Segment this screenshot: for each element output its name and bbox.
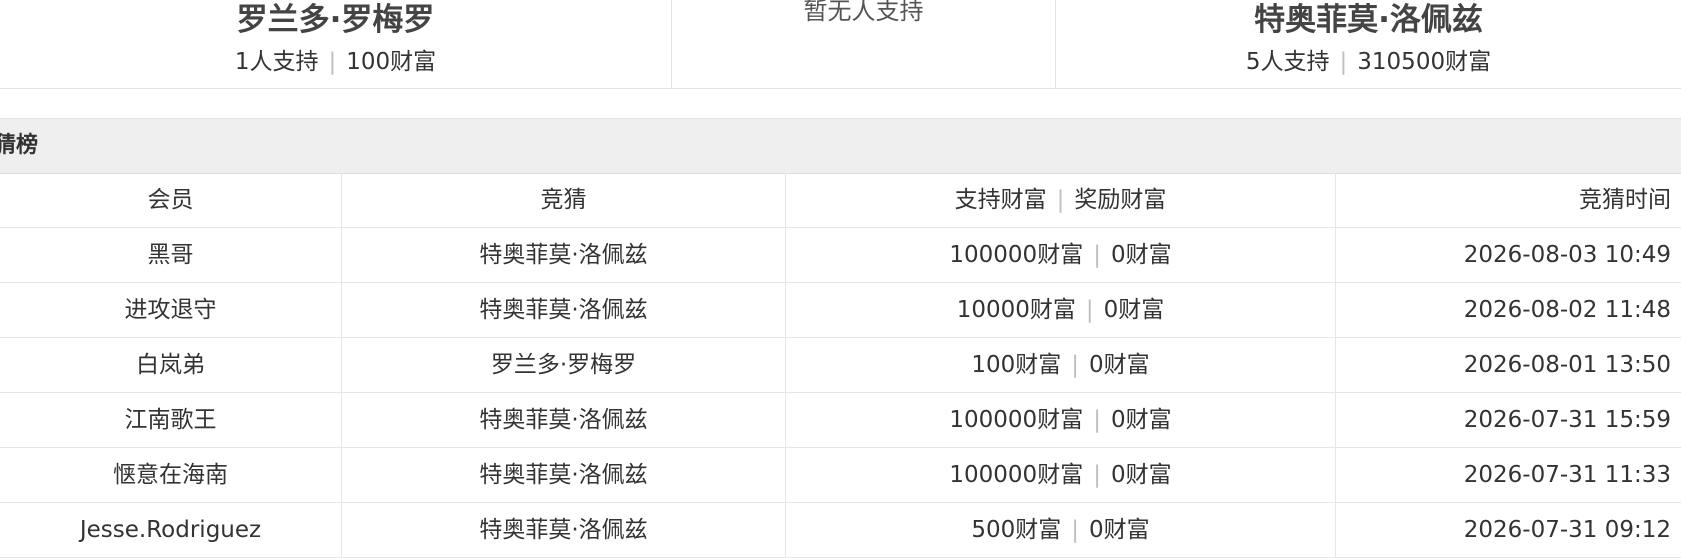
guess-choice: 罗兰多·罗梅罗	[342, 338, 786, 392]
member-name[interactable]: Jesse.Rodriguez	[0, 503, 342, 557]
no-support-note: 暂无人支持	[803, 0, 924, 25]
guess-choice: 特奥菲莫·洛佩兹	[342, 393, 786, 447]
player-stats-left: 1人支持 | 100财富	[0, 46, 671, 78]
table-row: 黑哥 特奥菲莫·洛佩兹 100000财富 | 0财富 2026-08-03 10:4…	[0, 228, 1681, 283]
member-name[interactable]: 江南歌王	[0, 393, 342, 447]
wealth-separator: |	[1071, 517, 1079, 543]
guess-time: 2026-07-31 11:33	[1463, 462, 1671, 488]
reward-wealth: 0财富	[1110, 407, 1172, 433]
table-row: 白岚弟 罗兰多·罗梅罗 100财富 | 0财富 2026-08-01 13:50	[0, 338, 1681, 393]
stats-separator: |	[328, 49, 337, 75]
support-wealth: 100000财富	[949, 462, 1084, 488]
table-row: 进攻退守 特奥菲莫·洛佩兹 10000财富 | 0财富 2026-08-02 11:…	[0, 283, 1681, 338]
wealth-cell: 100000财富 | 0财富	[786, 448, 1336, 502]
header-reward-wealth: 奖励财富	[1074, 187, 1167, 213]
guess-time: 2026-07-31 09:12	[1463, 517, 1671, 543]
ranking-title: 猜榜	[0, 133, 39, 158]
guess-time: 2026-07-31 15:59	[1463, 407, 1671, 433]
header-separator: |	[1056, 187, 1065, 213]
wealth-cell: 100000财富 | 0财富	[786, 228, 1336, 282]
support-wealth: 100000财富	[949, 242, 1084, 268]
player-name-left[interactable]: 罗兰多·罗梅罗	[0, 0, 671, 40]
stats-separator: |	[1339, 49, 1348, 75]
guess-choice: 特奥菲莫·洛佩兹	[342, 283, 786, 337]
supporter-count-right: 5人支持	[1245, 49, 1330, 75]
member-name[interactable]: 黑哥	[0, 228, 342, 282]
wealth-cell: 100000财富 | 0财富	[786, 393, 1336, 447]
guess-time: 2026-08-02 11:48	[1463, 297, 1671, 323]
wealth-separator: |	[1093, 407, 1101, 433]
table-row: 江南歌王 特奥菲莫·洛佩兹 100000财富 | 0财富 2026-07-31 15…	[0, 393, 1681, 448]
wealth-cell: 500财富 | 0财富	[786, 503, 1336, 557]
guess-time: 2026-08-03 10:49	[1463, 242, 1671, 268]
support-panel: 罗兰多·罗梅罗 1人支持 | 100财富 暂无人支持 特奥菲莫·洛佩兹 5人支持 | 3…	[0, 0, 1681, 89]
header-guess: 竞猜	[342, 173, 786, 227]
support-wealth: 100财富	[971, 352, 1062, 378]
ranking-header: 猜榜	[0, 118, 1681, 174]
ranking-table: 会员 竞猜 支持财富 | 奖励财富 竞猜时间 黑哥 特奥菲莫·洛佩兹 100000财…	[0, 173, 1681, 558]
reward-wealth: 0财富	[1103, 297, 1165, 323]
reward-wealth: 0财富	[1089, 352, 1150, 378]
support-right-column: 特奥菲莫·洛佩兹 5人支持 | 310500财富	[1056, 0, 1681, 88]
guess-time: 2026-08-01 13:50	[1463, 352, 1671, 378]
guess-choice: 特奥菲莫·洛佩兹	[342, 448, 786, 502]
header-time: 竞猜时间	[1579, 187, 1671, 213]
wealth-cell: 100财富 | 0财富	[786, 338, 1336, 392]
table-header-row: 会员 竞猜 支持财富 | 奖励财富 竞猜时间	[0, 173, 1681, 228]
support-wealth: 100000财富	[949, 407, 1084, 433]
reward-wealth: 0财富	[1110, 242, 1172, 268]
wealth-total-left: 100财富	[346, 49, 437, 75]
header-support-wealth: 支持财富	[954, 187, 1047, 213]
wealth-cell: 10000财富 | 0财富	[786, 283, 1336, 337]
reward-wealth: 0财富	[1089, 517, 1150, 543]
guess-choice: 特奥菲莫·洛佩兹	[342, 228, 786, 282]
player-name-right[interactable]: 特奥菲莫·洛佩兹	[1056, 0, 1681, 40]
member-name[interactable]: 进攻退守	[0, 283, 342, 337]
wealth-separator: |	[1093, 462, 1101, 488]
member-name[interactable]: 惬意在海南	[0, 448, 342, 502]
header-member: 会员	[0, 173, 342, 227]
wealth-separator: |	[1071, 352, 1079, 378]
reward-wealth: 0财富	[1110, 462, 1172, 488]
support-left-column: 罗兰多·罗梅罗 1人支持 | 100财富	[0, 0, 672, 88]
support-middle-column: 暂无人支持	[672, 0, 1056, 88]
player-stats-right: 5人支持 | 310500财富	[1056, 46, 1681, 78]
guess-choice: 特奥菲莫·洛佩兹	[342, 503, 786, 557]
wealth-total-right: 310500财富	[1357, 49, 1492, 75]
table-row: Jesse.Rodriguez 特奥菲莫·洛佩兹 500财富 | 0财富 2026-…	[0, 503, 1681, 558]
table-row: 惬意在海南 特奥菲莫·洛佩兹 100000财富 | 0财富 2026-07-31 1…	[0, 448, 1681, 503]
header-wealth: 支持财富 | 奖励财富	[786, 173, 1336, 227]
member-name[interactable]: 白岚弟	[0, 338, 342, 392]
support-wealth: 500财富	[971, 517, 1062, 543]
supporter-count-left: 1人支持	[234, 49, 319, 75]
wealth-separator: |	[1085, 297, 1094, 323]
wealth-separator: |	[1093, 242, 1101, 268]
support-wealth: 10000财富	[956, 297, 1076, 323]
